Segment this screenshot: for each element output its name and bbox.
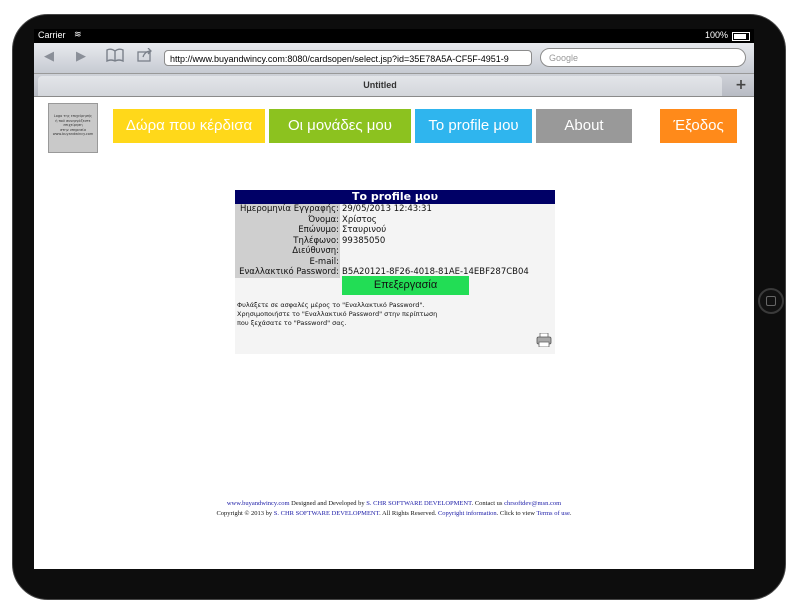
- tab-bar: Untitled +: [34, 74, 754, 97]
- password-note: Φυλάξετε σε ασφαλές μέρος το "Εναλλακτικ…: [237, 301, 477, 328]
- profile-row: Επώνυμο: Σταυρινού: [235, 225, 555, 236]
- note-line: Χρησιμοποιήστε το "Εναλλακτικό Password"…: [237, 310, 438, 318]
- profile-table: Το profile μου Ημερομηνία Εγγραφής: 29/0…: [235, 190, 555, 354]
- footer-text: . Contact us: [471, 500, 505, 507]
- search-field[interactable]: Google: [540, 48, 746, 67]
- profile-row: Τηλέφωνο: 99385050: [235, 235, 555, 246]
- company-link-2[interactable]: S. CHR SOFTWARE DEVELOPMENT: [274, 510, 379, 517]
- logo-line: Logo της επιχείρησής: [53, 114, 93, 118]
- company-logo: Logo της επιχείρησής ή πού συνεργάζεστε …: [48, 103, 98, 153]
- profile-row: Όνομα: Χρίστος: [235, 214, 555, 225]
- device-background: Carrier ≋ 100% ◀ ▶ http://www.buyandwinc…: [0, 0, 800, 600]
- printer-icon[interactable]: [536, 332, 552, 348]
- address-label: Διεύθυνση:: [235, 246, 340, 257]
- footer-text: . Click to view: [496, 510, 537, 517]
- phone-value: 99385050: [342, 235, 386, 246]
- edit-button[interactable]: Επεξεργασία: [342, 276, 469, 295]
- phone-label: Τηλέφωνο:: [235, 235, 340, 246]
- battery-percent: 100%: [704, 30, 728, 40]
- footer-line-2: Copyright © 2013 by S. CHR SOFTWARE DEVE…: [34, 509, 754, 519]
- alt-password-label: Εναλλακτικό Password:: [235, 267, 340, 278]
- profile-row: Διεύθυνση:: [235, 246, 555, 257]
- email-link[interactable]: chrsoftdev@msn.com: [504, 500, 561, 507]
- forward-icon[interactable]: ▶: [76, 49, 86, 64]
- bookmarks-icon[interactable]: [106, 48, 124, 66]
- footer-line-1: www.buyandwincy.com Designed and Develop…: [34, 499, 754, 509]
- logo-line: www.buyandwincy.com: [52, 132, 94, 136]
- footer: www.buyandwincy.com Designed and Develop…: [34, 499, 754, 519]
- last-name-value: Σταυρινού: [342, 225, 387, 235]
- note-line: Φυλάξετε σε ασφαλές μέρος το "Εναλλακτικ…: [237, 301, 425, 309]
- screen: Carrier ≋ 100% ◀ ▶ http://www.buyandwinc…: [34, 29, 754, 569]
- share-icon[interactable]: [137, 47, 153, 66]
- profile-row: Ημερομηνία Εγγραφής: 29/05/2013 12:43:31: [235, 204, 555, 215]
- address-bar[interactable]: http://www.buyandwincy.com:8080/cardsope…: [164, 50, 532, 66]
- first-name-value: Χρίστος: [342, 214, 377, 225]
- copyright-info-link[interactable]: Copyright information: [438, 510, 497, 517]
- logout-button[interactable]: Έξοδος: [660, 109, 737, 143]
- battery-icon: [732, 32, 750, 41]
- wifi-icon: ≋: [74, 29, 82, 39]
- profile-row: E-mail:: [235, 256, 555, 267]
- tab-current[interactable]: Untitled: [38, 76, 722, 96]
- home-button[interactable]: [758, 288, 784, 314]
- footer-text: .: [569, 510, 572, 517]
- gifts-won-button[interactable]: Δώρα που κέρδισα: [113, 109, 265, 143]
- browser-toolbar: ◀ ▶ http://www.buyandwincy.com:8080/card…: [34, 43, 754, 74]
- last-name-label: Επώνυμο:: [235, 225, 340, 236]
- footer-text: . All Rights Reserved.: [379, 510, 438, 517]
- status-bar: Carrier ≋ 100%: [34, 29, 754, 43]
- carrier-label: Carrier: [38, 30, 66, 40]
- profile-title: Το profile μου: [235, 190, 555, 204]
- note-line: που ξεχάσατε το "Password" σας.: [237, 319, 347, 327]
- web-page: Logo της επιχείρησής ή πού συνεργάζεστε …: [34, 97, 754, 569]
- about-button[interactable]: About: [536, 109, 632, 143]
- footer-text: Copyright © 2013 by: [216, 510, 274, 517]
- email-label: E-mail:: [235, 256, 340, 267]
- my-points-button[interactable]: Οι μονάδες μου: [269, 109, 411, 143]
- site-link[interactable]: www.buyandwincy.com: [227, 500, 290, 507]
- back-icon[interactable]: ◀: [44, 49, 54, 64]
- my-profile-button[interactable]: Το profile μου: [415, 109, 532, 143]
- registration-date-label: Ημερομηνία Εγγραφής:: [235, 204, 340, 215]
- add-tab-button[interactable]: +: [732, 77, 750, 93]
- terms-link[interactable]: Terms of use: [536, 510, 569, 517]
- footer-text: Designed and Developed by: [289, 500, 367, 507]
- first-name-label: Όνομα:: [235, 214, 340, 225]
- company-link[interactable]: S. CHR SOFTWARE DEVELOPMENT: [366, 500, 471, 507]
- registration-date-value: 29/05/2013 12:43:31: [342, 204, 432, 214]
